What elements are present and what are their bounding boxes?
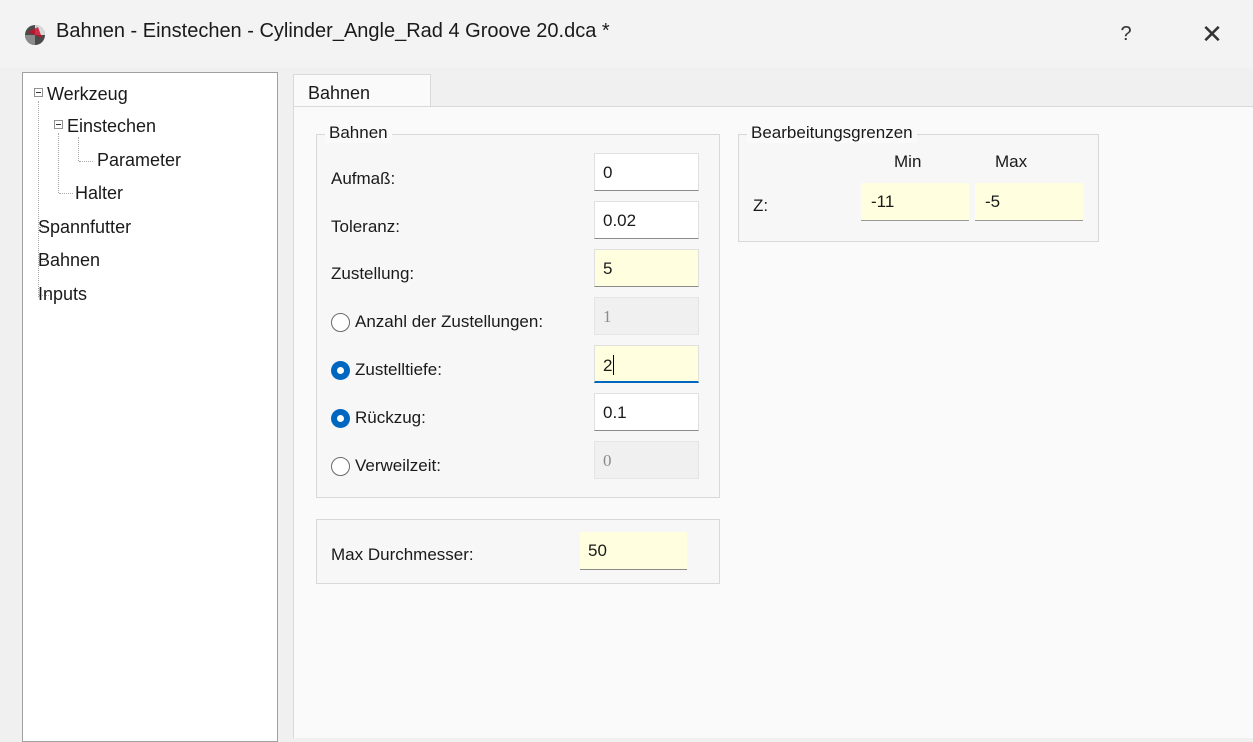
- zustelltiefe-radio[interactable]: [331, 361, 350, 380]
- toleranz-label: Toleranz:: [331, 217, 400, 236]
- bahnen-group-title: Bahnen: [325, 123, 392, 143]
- tree-connector: [79, 161, 93, 162]
- bearbeitungsgrenzen-group: Bearbeitungsgrenzen Min Max Z: -11 -5: [738, 123, 1099, 242]
- max-header: Max: [995, 152, 1028, 171]
- anzahl-radio[interactable]: [331, 313, 350, 332]
- verweilzeit-input: 0: [594, 441, 699, 479]
- rueckzug-radio[interactable]: [331, 409, 350, 428]
- durchmesser-group: Max Durchmesser: 50: [316, 519, 720, 584]
- app-logo-icon: [25, 25, 45, 45]
- rueckzug-label: Rückzug:: [355, 408, 426, 427]
- anzahl-label: Anzahl der Zustellungen:: [355, 312, 544, 331]
- help-button[interactable]: ?: [1108, 16, 1144, 52]
- rueckzug-input[interactable]: 0.1: [594, 393, 699, 431]
- tree-item-parameter[interactable]: Parameter: [97, 150, 181, 171]
- min-header: Min: [894, 152, 922, 171]
- window-title: Bahnen - Einstechen - Cylinder_Angle_Rad…: [56, 20, 610, 42]
- text-caret: [613, 355, 615, 375]
- close-button[interactable]: ✕: [1192, 16, 1232, 52]
- tree-connector: [78, 137, 79, 161]
- collapse-einstechen-icon[interactable]: [54, 120, 63, 129]
- tree-item-inputs[interactable]: Inputs: [38, 284, 87, 305]
- navigation-tree[interactable]: Werkzeug Einstechen Parameter Halter Spa…: [22, 72, 278, 742]
- aufmass-input[interactable]: 0: [594, 153, 699, 191]
- max-durchmesser-input[interactable]: 50: [580, 532, 687, 570]
- tab-panel: Bahnen Aufmaß: 0 Toleranz: 0.02 Zustellu…: [293, 106, 1253, 738]
- z-min-input[interactable]: -11: [861, 183, 969, 221]
- verweilzeit-label: Verweilzeit:: [355, 456, 441, 475]
- zustellung-label: Zustellung:: [331, 264, 415, 283]
- tree-item-spannfutter[interactable]: Spannfutter: [38, 217, 131, 238]
- tree-item-halter[interactable]: Halter: [75, 183, 123, 204]
- bahnen-group: Bahnen Aufmaß: 0 Toleranz: 0.02 Zustellu…: [316, 123, 720, 498]
- zustelltiefe-value: 2: [603, 356, 613, 375]
- tab-bahnen[interactable]: Bahnen: [293, 74, 431, 108]
- z-max-input[interactable]: -5: [975, 183, 1083, 221]
- toleranz-input[interactable]: 0.02: [594, 201, 699, 239]
- aufmass-label: Aufmaß:: [331, 169, 396, 188]
- title-bar: Bahnen - Einstechen - Cylinder_Angle_Rad…: [0, 0, 1253, 68]
- zustellung-input[interactable]: 5: [594, 249, 699, 287]
- verweilzeit-radio[interactable]: [331, 457, 350, 476]
- tree-item-werkzeug[interactable]: Werkzeug: [47, 84, 128, 105]
- tree-item-einstechen[interactable]: Einstechen: [67, 116, 156, 137]
- tree-connector: [58, 133, 59, 193]
- tree-item-bahnen[interactable]: Bahnen: [38, 250, 100, 271]
- zustelltiefe-label: Zustelltiefe:: [355, 360, 442, 379]
- bearbeitungsgrenzen-title: Bearbeitungsgrenzen: [747, 123, 917, 143]
- collapse-werkzeug-icon[interactable]: [34, 88, 43, 97]
- tree-connector: [59, 193, 73, 194]
- anzahl-input: 1: [594, 297, 699, 335]
- z-label: Z:: [753, 196, 769, 215]
- max-durchmesser-label: Max Durchmesser:: [331, 545, 474, 564]
- zustelltiefe-input[interactable]: 2: [594, 345, 699, 383]
